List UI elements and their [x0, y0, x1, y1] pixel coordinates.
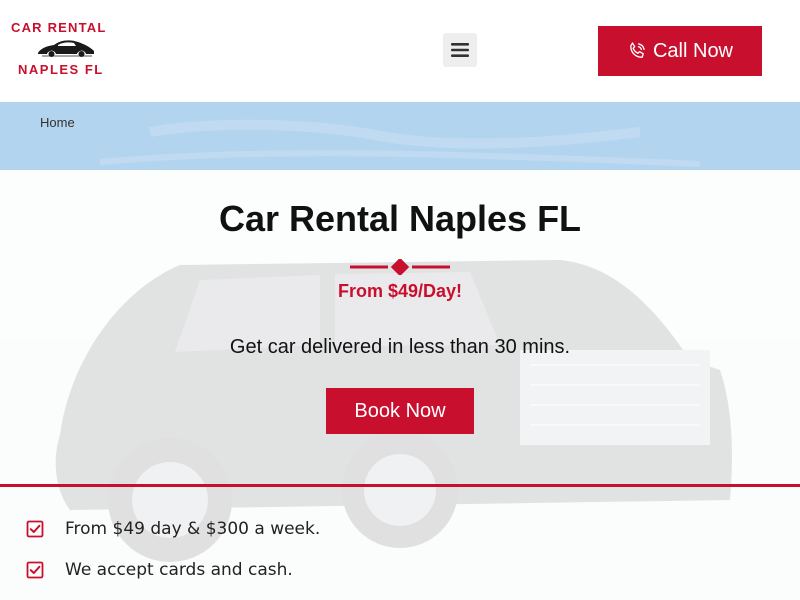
menu-toggle-button[interactable] [443, 33, 477, 67]
delivery-subtitle: Get car delivered in less than 30 mins. [229, 336, 571, 358]
hamburger-menu-icon [451, 43, 469, 57]
feature-text: We accept cards and cash. [65, 560, 293, 580]
title-divider [350, 259, 450, 275]
call-now-label: Call Now [652, 39, 734, 62]
background-road-image [99, 119, 701, 167]
price-tagline: From $49/Day! [337, 281, 463, 301]
list-item: We accept cards and cash. [26, 558, 293, 582]
logo-text-line1: CAR RENTAL [11, 20, 107, 35]
logo-text-line2: NAPLES FL [18, 62, 104, 77]
list-item: From $49 day & $300 a week. [26, 517, 320, 541]
site-header: CAR RENTAL NAPLES FL Call Now [0, 0, 800, 102]
features-list: From $49 day & $300 a week. We accept ca… [0, 487, 800, 600]
features-overlay [0, 487, 800, 600]
logo[interactable]: CAR RENTAL NAPLES FL [10, 20, 110, 80]
breadcrumb-band: Home [0, 102, 800, 170]
call-now-button[interactable]: Call Now [598, 26, 762, 76]
book-now-button[interactable]: Book Now [326, 388, 474, 434]
checkbox-checked-icon [26, 561, 44, 579]
hero-section: Car Rental Naples FL From $49/Day! Get c… [0, 170, 800, 486]
breadcrumb-home-link[interactable]: Home [40, 115, 75, 130]
page-title: Car Rental Naples FL [218, 198, 582, 239]
phone-icon [630, 42, 645, 58]
checkbox-checked-icon [26, 520, 44, 538]
feature-text: From $49 day & $300 a week. [65, 519, 321, 539]
car-silhouette-icon [38, 40, 94, 57]
